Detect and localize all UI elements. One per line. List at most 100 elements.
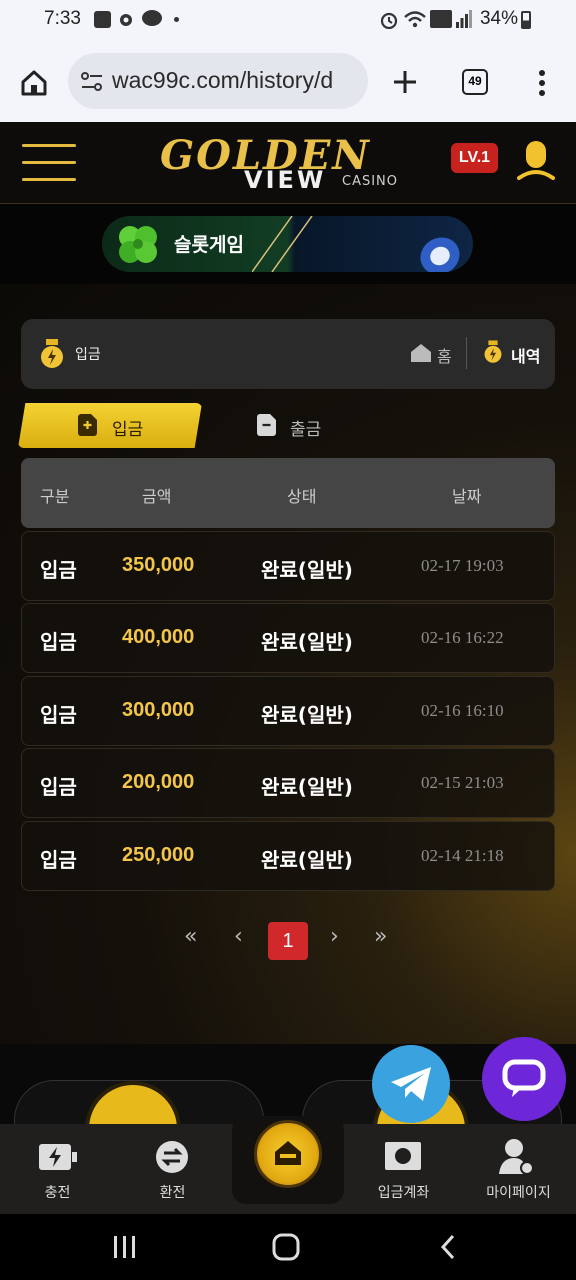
tab-deposit[interactable]: 입금 (18, 403, 202, 448)
row-status: 완료(일반) (261, 630, 353, 654)
history-medal-icon (484, 340, 502, 363)
hd-voice-icon (430, 10, 452, 28)
gallery-icon (94, 11, 111, 28)
battery-charge-icon (39, 1144, 77, 1170)
nav-home[interactable] (232, 1116, 344, 1204)
row-status: 완료(일반) (261, 703, 353, 727)
menu-icon[interactable] (0, 122, 90, 204)
table-row: 입금 300,000 완료(일반) 02-16 16:10 (21, 676, 555, 746)
table-row: 입금 400,000 완료(일반) 02-16 16:22 (21, 603, 555, 673)
status-bar: 7:33 34% (0, 0, 576, 42)
row-status: 완료(일반) (261, 848, 353, 872)
user-profile-icon[interactable] (517, 140, 555, 184)
breadcrumb: 입금 홈 내역 (21, 319, 555, 389)
breadcrumb-home[interactable]: 홈 (437, 343, 452, 367)
nav-exchange-label: 환전 (159, 1185, 186, 1201)
withdraw-doc-icon (257, 414, 276, 436)
slot-game-banner[interactable]: 슬롯게임 (102, 216, 473, 272)
breadcrumb-title: 입금 (75, 347, 101, 363)
nav-deposit-account[interactable]: 입금계좌 (346, 1124, 461, 1214)
logo-view: VIEW (244, 166, 327, 194)
row-type: 입금 (40, 775, 77, 799)
live-chat-button[interactable] (482, 1037, 566, 1121)
row-date: 02-16 16:22 (421, 628, 504, 647)
alarm-icon (380, 12, 398, 29)
header-type: 구분 (40, 487, 70, 506)
row-status: 완료(일반) (261, 775, 353, 799)
deposit-medal-icon (41, 339, 63, 368)
nav-mypage[interactable]: 마이페이지 (461, 1124, 576, 1214)
bottom-nav: 충전 환전 입금계좌 마이페이지 (0, 1116, 576, 1214)
row-type: 입금 (40, 630, 77, 654)
nav-charge-label: 충전 (44, 1185, 71, 1201)
banner-divider (252, 216, 313, 272)
page-first-button[interactable]: « (184, 924, 197, 949)
page-prev-button[interactable]: ‹ (234, 924, 243, 949)
home-button-icon (275, 1141, 301, 1165)
site-header: GOLDEN VIEW CASINO LV.1 (0, 122, 576, 204)
page-current[interactable]: 1 (268, 922, 308, 960)
new-tab-icon[interactable] (392, 69, 418, 95)
chat-icon (502, 1059, 546, 1097)
browser-menu-icon[interactable] (538, 69, 546, 97)
address-bar[interactable]: wac99c.com/history/d (68, 53, 368, 109)
row-amount: 350,000 (122, 554, 195, 576)
header-date: 날짜 (452, 487, 482, 506)
nav-deposit-account-label: 입금계좌 (377, 1185, 430, 1201)
recent-apps-icon[interactable] (112, 1235, 138, 1259)
system-home-icon[interactable] (272, 1233, 300, 1261)
level-badge: LV.1 (451, 143, 498, 173)
tab-withdraw[interactable]: 출금 (210, 403, 394, 448)
exchange-icon (156, 1141, 188, 1173)
banner-label: 슬롯게임 (174, 234, 244, 256)
row-amount: 250,000 (122, 844, 195, 866)
breadcrumb-separator (466, 337, 467, 369)
cash-icon (385, 1142, 421, 1170)
row-type: 입금 (40, 703, 77, 727)
more-notifications-icon (174, 17, 179, 22)
tab-deposit-label: 입금 (112, 420, 144, 440)
tab-switcher-button[interactable]: 49 (462, 69, 488, 95)
home-icon[interactable] (410, 343, 432, 363)
poker-chip-icon (420, 237, 460, 272)
back-icon[interactable] (440, 1234, 456, 1260)
site-settings-icon[interactable] (80, 71, 104, 93)
row-status: 완료(일반) (261, 558, 353, 582)
wifi-icon (404, 11, 426, 28)
signal-icon (456, 10, 472, 28)
nav-mypage-label: 마이페이지 (486, 1185, 551, 1201)
table-row: 입금 350,000 완료(일반) 02-17 19:03 (21, 531, 555, 601)
home-button[interactable] (254, 1120, 322, 1188)
logo-casino: CASINO (342, 174, 399, 189)
row-date: 02-15 21:03 (421, 773, 504, 792)
status-time: 7:33 (44, 8, 81, 29)
clover-icon (119, 226, 157, 263)
banner-area: 슬롯게임 (0, 204, 576, 284)
telegram-button[interactable] (372, 1045, 450, 1123)
table-row: 입금 250,000 완료(일반) 02-14 21:18 (21, 821, 555, 891)
table-row: 입금 200,000 완료(일반) 02-15 21:03 (21, 748, 555, 818)
url-text[interactable]: wac99c.com/history/d (112, 67, 358, 94)
nav-charge[interactable]: 충전 (0, 1124, 115, 1214)
telegram-icon (391, 1067, 431, 1101)
row-type: 입금 (40, 848, 77, 872)
row-date: 02-14 21:18 (421, 846, 504, 865)
system-nav-bar (0, 1214, 576, 1280)
row-amount: 300,000 (122, 699, 195, 721)
row-amount: 200,000 (122, 771, 195, 793)
history-main: 입금 홈 내역 입금 출금 구분 금액 상태 날짜 입금 350,000 완료(… (0, 284, 576, 1044)
header-status: 상태 (287, 487, 317, 506)
row-type: 입금 (40, 558, 77, 582)
nav-exchange[interactable]: 환전 (115, 1124, 230, 1214)
deposit-doc-icon (78, 414, 97, 436)
user-settings-icon (499, 1139, 534, 1175)
row-amount: 400,000 (122, 626, 195, 648)
tab-withdraw-label: 출금 (290, 420, 322, 440)
page-last-button[interactable]: » (374, 924, 387, 949)
kakaotalk-icon (142, 10, 162, 26)
row-date: 02-17 19:03 (421, 556, 504, 575)
browser-home-icon[interactable] (20, 69, 48, 97)
row-date: 02-16 16:10 (421, 701, 504, 720)
page-next-button[interactable]: › (330, 924, 339, 949)
settings-icon (120, 14, 132, 26)
